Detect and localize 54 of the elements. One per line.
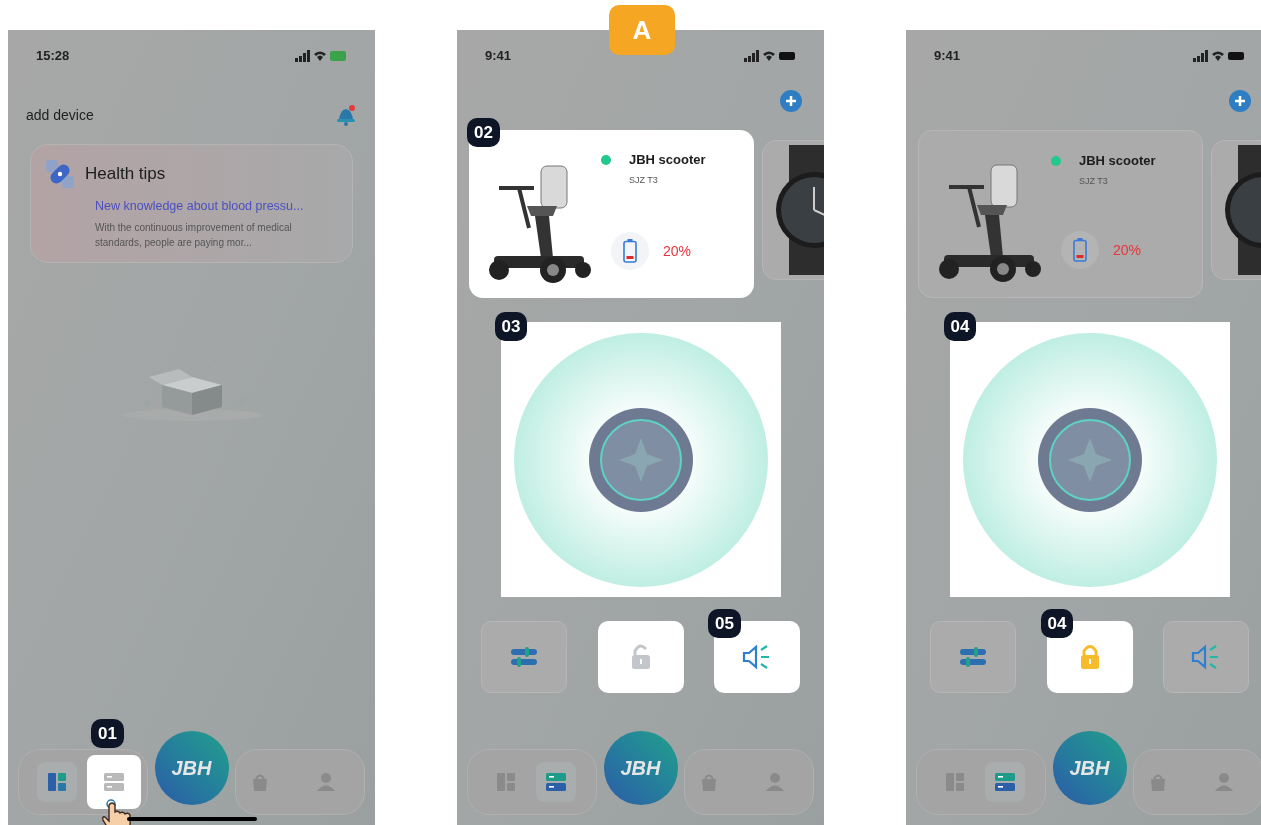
logo-button[interactable]: JBH: [603, 731, 678, 805]
server-icon: [994, 772, 1016, 792]
page-title: add device: [26, 105, 94, 125]
sliders-icon: [510, 646, 538, 668]
device-name: JBH scooter: [629, 151, 706, 169]
low-battery-icon: [623, 239, 637, 263]
low-battery-icon: [1073, 238, 1087, 262]
battery-percentage: 20%: [1113, 240, 1142, 260]
person-icon: [316, 772, 336, 792]
device-model: SJZ T3: [1079, 174, 1109, 188]
server-icon: [103, 772, 125, 792]
sliders-icon: [959, 646, 987, 668]
status-icons: [1193, 49, 1245, 62]
dashboard-icon: [496, 772, 516, 792]
nav-tab[interactable]: [985, 762, 1025, 802]
server-icon: [545, 772, 567, 792]
article-link[interactable]: New knowledge about blood pressu...: [95, 197, 342, 216]
bell-icon[interactable]: [335, 104, 357, 126]
add-icon[interactable]: [780, 90, 802, 112]
status-time: 9:41: [934, 46, 961, 65]
step-number-badge: 02: [467, 118, 500, 147]
step-number-badge: 04: [943, 312, 977, 341]
device-model: SJZ T3: [629, 173, 659, 187]
logo-button[interactable]: JBH: [154, 731, 229, 805]
bandage-icon: [43, 157, 77, 191]
step-label: A: [609, 5, 675, 55]
speaker-icon: [1191, 644, 1221, 670]
dashboard-icon: [47, 772, 67, 792]
device-card[interactable]: JBH scooter SJZ T3 20%: [918, 130, 1203, 298]
battery-percentage: 20%: [663, 241, 692, 261]
step-number-badge: 01: [91, 719, 124, 748]
status-icons: [295, 49, 347, 62]
dashboard-icon: [945, 772, 965, 792]
nav-tab[interactable]: [87, 755, 141, 809]
person-icon: [1214, 772, 1234, 792]
logo-button[interactable]: JBH: [1052, 731, 1127, 805]
speaker-icon: [742, 644, 772, 670]
person-icon: [765, 772, 785, 792]
card-title: Health tips: [85, 163, 166, 186]
status-time: 15:28: [36, 46, 70, 65]
step-number-badge: 05: [708, 609, 741, 638]
status-time: 9:41: [485, 46, 512, 65]
step-number-badge: 03: [494, 312, 528, 341]
nav-tab[interactable]: [37, 762, 77, 802]
article-summary: With the continuous improvement of medical standards, people are paying mor...: [95, 220, 293, 250]
shopping-bag-icon: [1148, 772, 1168, 792]
add-icon[interactable]: [1229, 90, 1251, 112]
health-tips-card[interactable]: Health tips New knowledge about blood pressu... With the continuous improvement of medical standards, people are paying mor...: [30, 144, 353, 263]
step-number-badge: 04: [1040, 609, 1074, 638]
status-icons: [744, 49, 796, 62]
nav-tab[interactable]: [536, 762, 576, 802]
shopping-bag-icon: [250, 772, 270, 792]
device-name: JBH scooter: [1079, 152, 1156, 170]
shopping-bag-icon: [699, 772, 719, 792]
